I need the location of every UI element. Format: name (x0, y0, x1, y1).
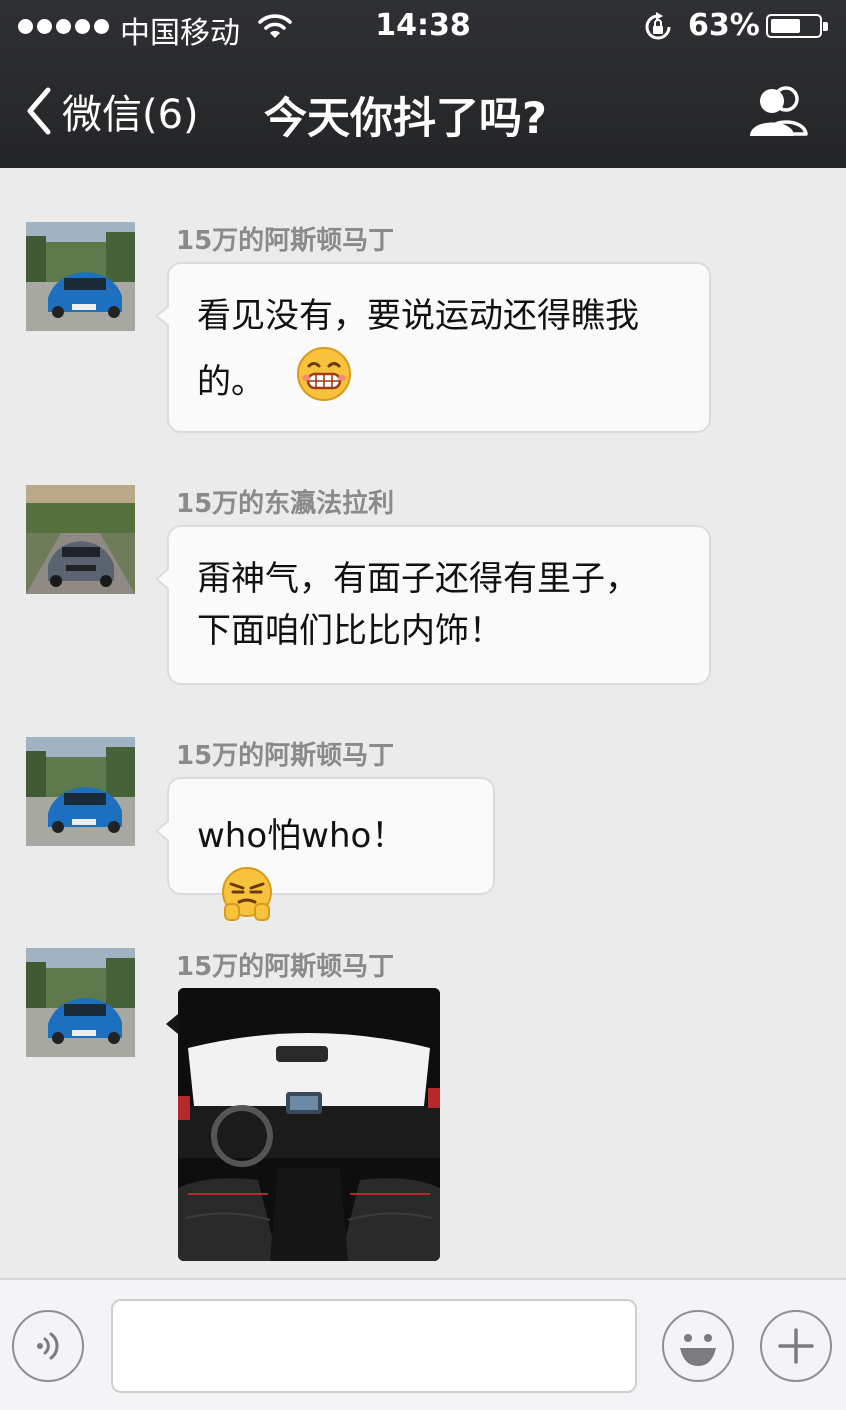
plus-icon (778, 1328, 814, 1364)
back-button[interactable]: 微信(6) (24, 82, 199, 140)
sender-name: 15万的阿斯顿马丁 (176, 226, 395, 256)
battery-percent: 63% (688, 8, 760, 43)
navigation-bar: 微信(6) 今天你抖了吗? (0, 54, 846, 168)
message-bubble[interactable]: 看见没有，要说运动还得瞧我 的。 (155, 262, 711, 433)
message-text: 看见没有，要说运动还得瞧我 (197, 296, 639, 336)
battery-icon (766, 14, 828, 38)
message-text-continued: 的。 (197, 346, 683, 421)
smirk-emoji-icon (197, 866, 275, 941)
chevron-left-icon (27, 87, 51, 135)
voice-icon (37, 1332, 59, 1360)
status-bar: 中国移动 14:38 63% (0, 0, 846, 54)
back-label: 微信(6) (62, 92, 199, 138)
sender-name: 15万的阿斯顿马丁 (176, 952, 395, 982)
more-button[interactable] (760, 1310, 832, 1382)
message-bubble[interactable]: 甭神气，有面子还得有里子， 下面咱们比比内饰！ (155, 525, 711, 685)
sender-name: 15万的阿斯顿马丁 (176, 741, 395, 771)
sender-name: 15万的东瀛法拉利 (176, 489, 395, 519)
avatar[interactable] (26, 737, 135, 846)
car-interior-photo[interactable] (178, 988, 440, 1261)
chat-title: 今天你抖了吗? (264, 94, 547, 144)
group-members-icon[interactable] (748, 84, 812, 142)
message-text: who怕who！ (197, 816, 406, 856)
message-text: 甭神气，有面子还得有里子， (197, 559, 639, 599)
avatar[interactable] (26, 222, 135, 331)
rotation-lock-icon (642, 12, 674, 46)
avatar[interactable] (26, 948, 135, 1057)
emoji-button[interactable] (662, 1310, 734, 1382)
message-input[interactable] (111, 1299, 637, 1393)
avatar[interactable] (26, 485, 135, 594)
chat-input-bar (0, 1278, 846, 1410)
message-bubble[interactable]: who怕who！ (155, 777, 495, 921)
grinning-emoji-icon (276, 346, 352, 421)
top-bar: 中国移动 14:38 63% 微信(6) 今天你抖了吗? (0, 0, 846, 168)
message-text-continued: 下面咱们比比内饰！ (197, 611, 503, 651)
voice-button[interactable] (12, 1310, 84, 1382)
smiley-icon (680, 1334, 716, 1366)
